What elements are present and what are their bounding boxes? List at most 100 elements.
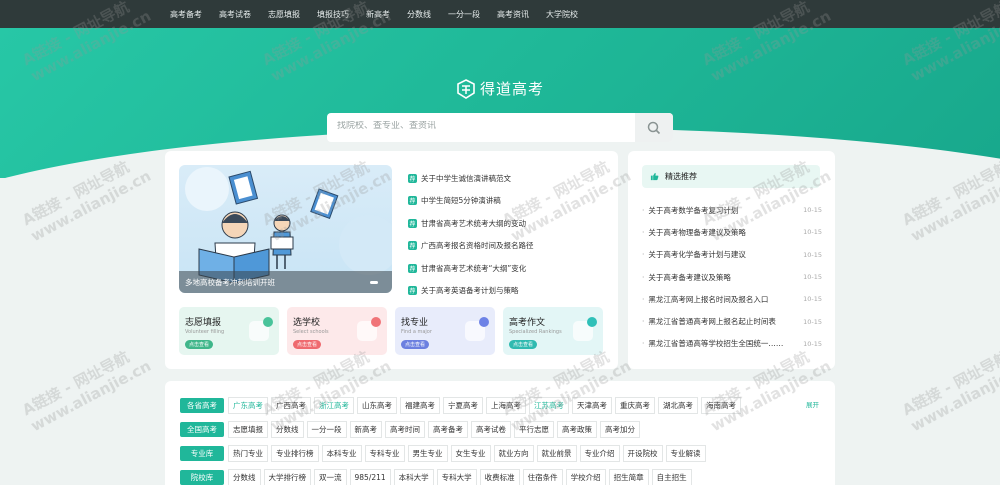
watermark-line: www.alianjie.cn [27,356,154,436]
recommend-item-title[interactable]: 关于高考数学备考复习计划 [642,205,738,216]
filter-item[interactable]: 分数线 [271,421,304,438]
recommend-item-title[interactable]: 关于高考备考建议及策略 [642,272,731,283]
nav-item[interactable]: 志愿填报 [268,9,300,20]
filter-item[interactable]: 江苏高考 [529,397,569,414]
filter-item[interactable]: 住宿条件 [522,469,563,485]
filter-item[interactable]: 招生简章 [608,469,649,485]
news-item[interactable]: 荐关于中学生诚信演讲稿范文 [408,167,534,190]
filter-item[interactable]: 就业方向 [493,445,534,462]
nav-item[interactable]: 高考备考 [170,9,202,20]
news-title[interactable]: 关于中学生诚信演讲稿范文 [421,173,511,184]
filter-item[interactable]: 湖北高考 [658,397,698,414]
nav-item[interactable]: 新高考 [366,9,390,20]
feature-tile[interactable]: 高考作文 Specialized Rankings 点击查看 [503,307,603,355]
filter-item[interactable]: 收费标准 [479,469,520,485]
filter-item[interactable]: 天津高考 [572,397,612,414]
filter-item[interactable]: 重庆高考 [615,397,655,414]
filter-item[interactable]: 新高考 [349,421,382,438]
filter-item[interactable]: 广西高考 [271,397,311,414]
feature-tile[interactable]: 志愿填报 Volunteer filling 点击查看 [179,307,279,355]
nav-item[interactable]: 一分一段 [448,9,480,20]
news-item[interactable]: 荐中学生简短5分钟演讲稿 [408,190,534,213]
tile-view-button[interactable]: 点击查看 [401,340,430,349]
filter-item[interactable]: 本科专业 [321,445,362,462]
recommend-item[interactable]: 关于高考备考建议及策略 10-15 [642,266,822,288]
filter-item[interactable]: 高考备考 [428,421,468,438]
news-item[interactable]: 荐关于高考英语备考计划与策略 [408,280,534,303]
filter-item[interactable]: 专科大学 [436,469,477,485]
news-item[interactable]: 荐广西高考报名资格时间及报名路径 [408,235,534,258]
filter-item[interactable]: 海南高考 [701,397,741,414]
search-button[interactable] [635,113,673,142]
recommend-item-title[interactable]: 黑龙江高考网上报名时间及报名入口 [642,294,768,305]
tile-view-button[interactable]: 点击查看 [293,340,322,349]
filter-item[interactable]: 专业解读 [665,445,706,462]
news-item[interactable]: 荐甘肃省高考艺术统考“大纲”变化 [408,257,534,280]
filter-item[interactable]: 高考时间 [385,421,425,438]
filter-item[interactable]: 高考加分 [600,421,640,438]
recommend-item[interactable]: 黑龙江省普通高考网上报名起止时间表 10-15 [642,310,822,332]
news-title[interactable]: 甘肃省高考艺术统考“大纲”变化 [421,263,526,274]
filter-item[interactable]: 高考试卷 [471,421,511,438]
filter-item[interactable]: 一分一段 [306,421,347,438]
filter-item[interactable]: 男生专业 [407,445,448,462]
filter-item[interactable]: 浙江高考 [314,397,354,414]
feature-tile[interactable]: 选学校 Select schools 点击查看 [287,307,387,355]
tile-view-button[interactable]: 点击查看 [185,340,214,349]
recommend-item-date: 10-15 [803,250,822,259]
nav-item[interactable]: 高考试卷 [219,9,251,20]
news-item[interactable]: 荐甘肃省高考艺术统考大纲的变动 [408,212,534,235]
recommend-item-date: 10-15 [803,206,822,215]
filter-item[interactable]: 专业排行榜 [271,445,319,462]
filter-item[interactable]: 就业前景 [536,445,577,462]
filter-item[interactable]: 广东高考 [228,397,268,414]
news-title[interactable]: 甘肃省高考艺术统考大纲的变动 [421,218,526,229]
filter-item[interactable]: 山东高考 [357,397,397,414]
search-input[interactable] [337,121,627,131]
filter-item[interactable]: 分数线 [228,469,261,485]
nav-item[interactable]: 高考资讯 [497,9,529,20]
carousel-indicator[interactable] [370,281,378,284]
filter-item[interactable]: 热门专业 [228,445,268,462]
recommend-item[interactable]: 关于高考物理备考建议及策略 10-15 [642,221,822,243]
site-logo[interactable]: 得道高考 [456,78,544,99]
filter-item[interactable]: 平行志愿 [514,421,554,438]
filter-item[interactable]: 学校介绍 [565,469,606,485]
filter-item[interactable]: 专科专业 [364,445,405,462]
filter-item[interactable]: 高考政策 [557,421,597,438]
recommend-item[interactable]: 关于高考数学备考复习计划 10-15 [642,199,822,221]
nav-item[interactable]: 填报技巧 [317,9,349,20]
recommend-item-title[interactable]: 黑龙江省普通高考网上报名起止时间表 [642,316,776,327]
nav-item[interactable]: 大学院校 [546,9,578,20]
nav-item[interactable]: 分数线 [407,9,431,20]
news-title[interactable]: 中学生简短5分钟演讲稿 [421,195,501,206]
filter-item[interactable]: 大学排行榜 [263,469,311,485]
filter-item[interactable]: 志愿填报 [228,421,268,438]
expand-link[interactable]: 展开 [806,399,819,409]
filter-item[interactable]: 双一流 [314,469,347,485]
filter-item[interactable]: 上海高考 [486,397,526,414]
news-title[interactable]: 广西高考报名资格时间及报名路径 [421,240,534,251]
filter-item[interactable]: 女生专业 [450,445,491,462]
recommend-item-title[interactable]: 黑龙江省普通高等学校招生全国统一…… [642,338,783,349]
filter-item[interactable]: 宁夏高考 [443,397,483,414]
filter-item[interactable]: 福建高考 [400,397,440,414]
recommend-item[interactable]: 黑龙江高考网上报名时间及报名入口 10-15 [642,288,822,310]
recommend-item[interactable]: 黑龙江省普通高等学校招生全国统一…… 10-15 [642,333,822,355]
filter-item[interactable]: 本科大学 [393,469,434,485]
filter-item[interactable]: 985/211 [349,469,391,485]
watermark-text: A链接 - 网址导航 www.alianjie.cn [899,341,1000,435]
category-filter-card: 各省高考 广东高考 广西高考 浙江高考 山东高考 福建高考 宁夏高考 上海高考 江苏高考 天津高考… [165,381,835,485]
tile-view-button[interactable]: 点击查看 [509,340,538,349]
filter-item[interactable]: 自主招生 [651,469,692,485]
recommend-item-title[interactable]: 关于高考化学备考计划与建议 [642,249,746,260]
recommend-item[interactable]: 关于高考化学备考计划与建议 10-15 [642,244,822,266]
news-tag-icon: 荐 [408,286,417,296]
feature-tile[interactable]: 找专业 Find a major 点击查看 [395,307,495,355]
recommend-item-title[interactable]: 关于高考物理备考建议及策略 [642,227,746,238]
carousel-banner[interactable]: 多地高校备考冲刺培训开班 [179,165,392,293]
filter-item[interactable]: 专业介绍 [579,445,620,462]
filter-item[interactable]: 开设院校 [622,445,663,462]
recommend-title: 精选推荐 [665,172,697,181]
news-title[interactable]: 关于高考英语备考计划与策略 [421,285,519,296]
